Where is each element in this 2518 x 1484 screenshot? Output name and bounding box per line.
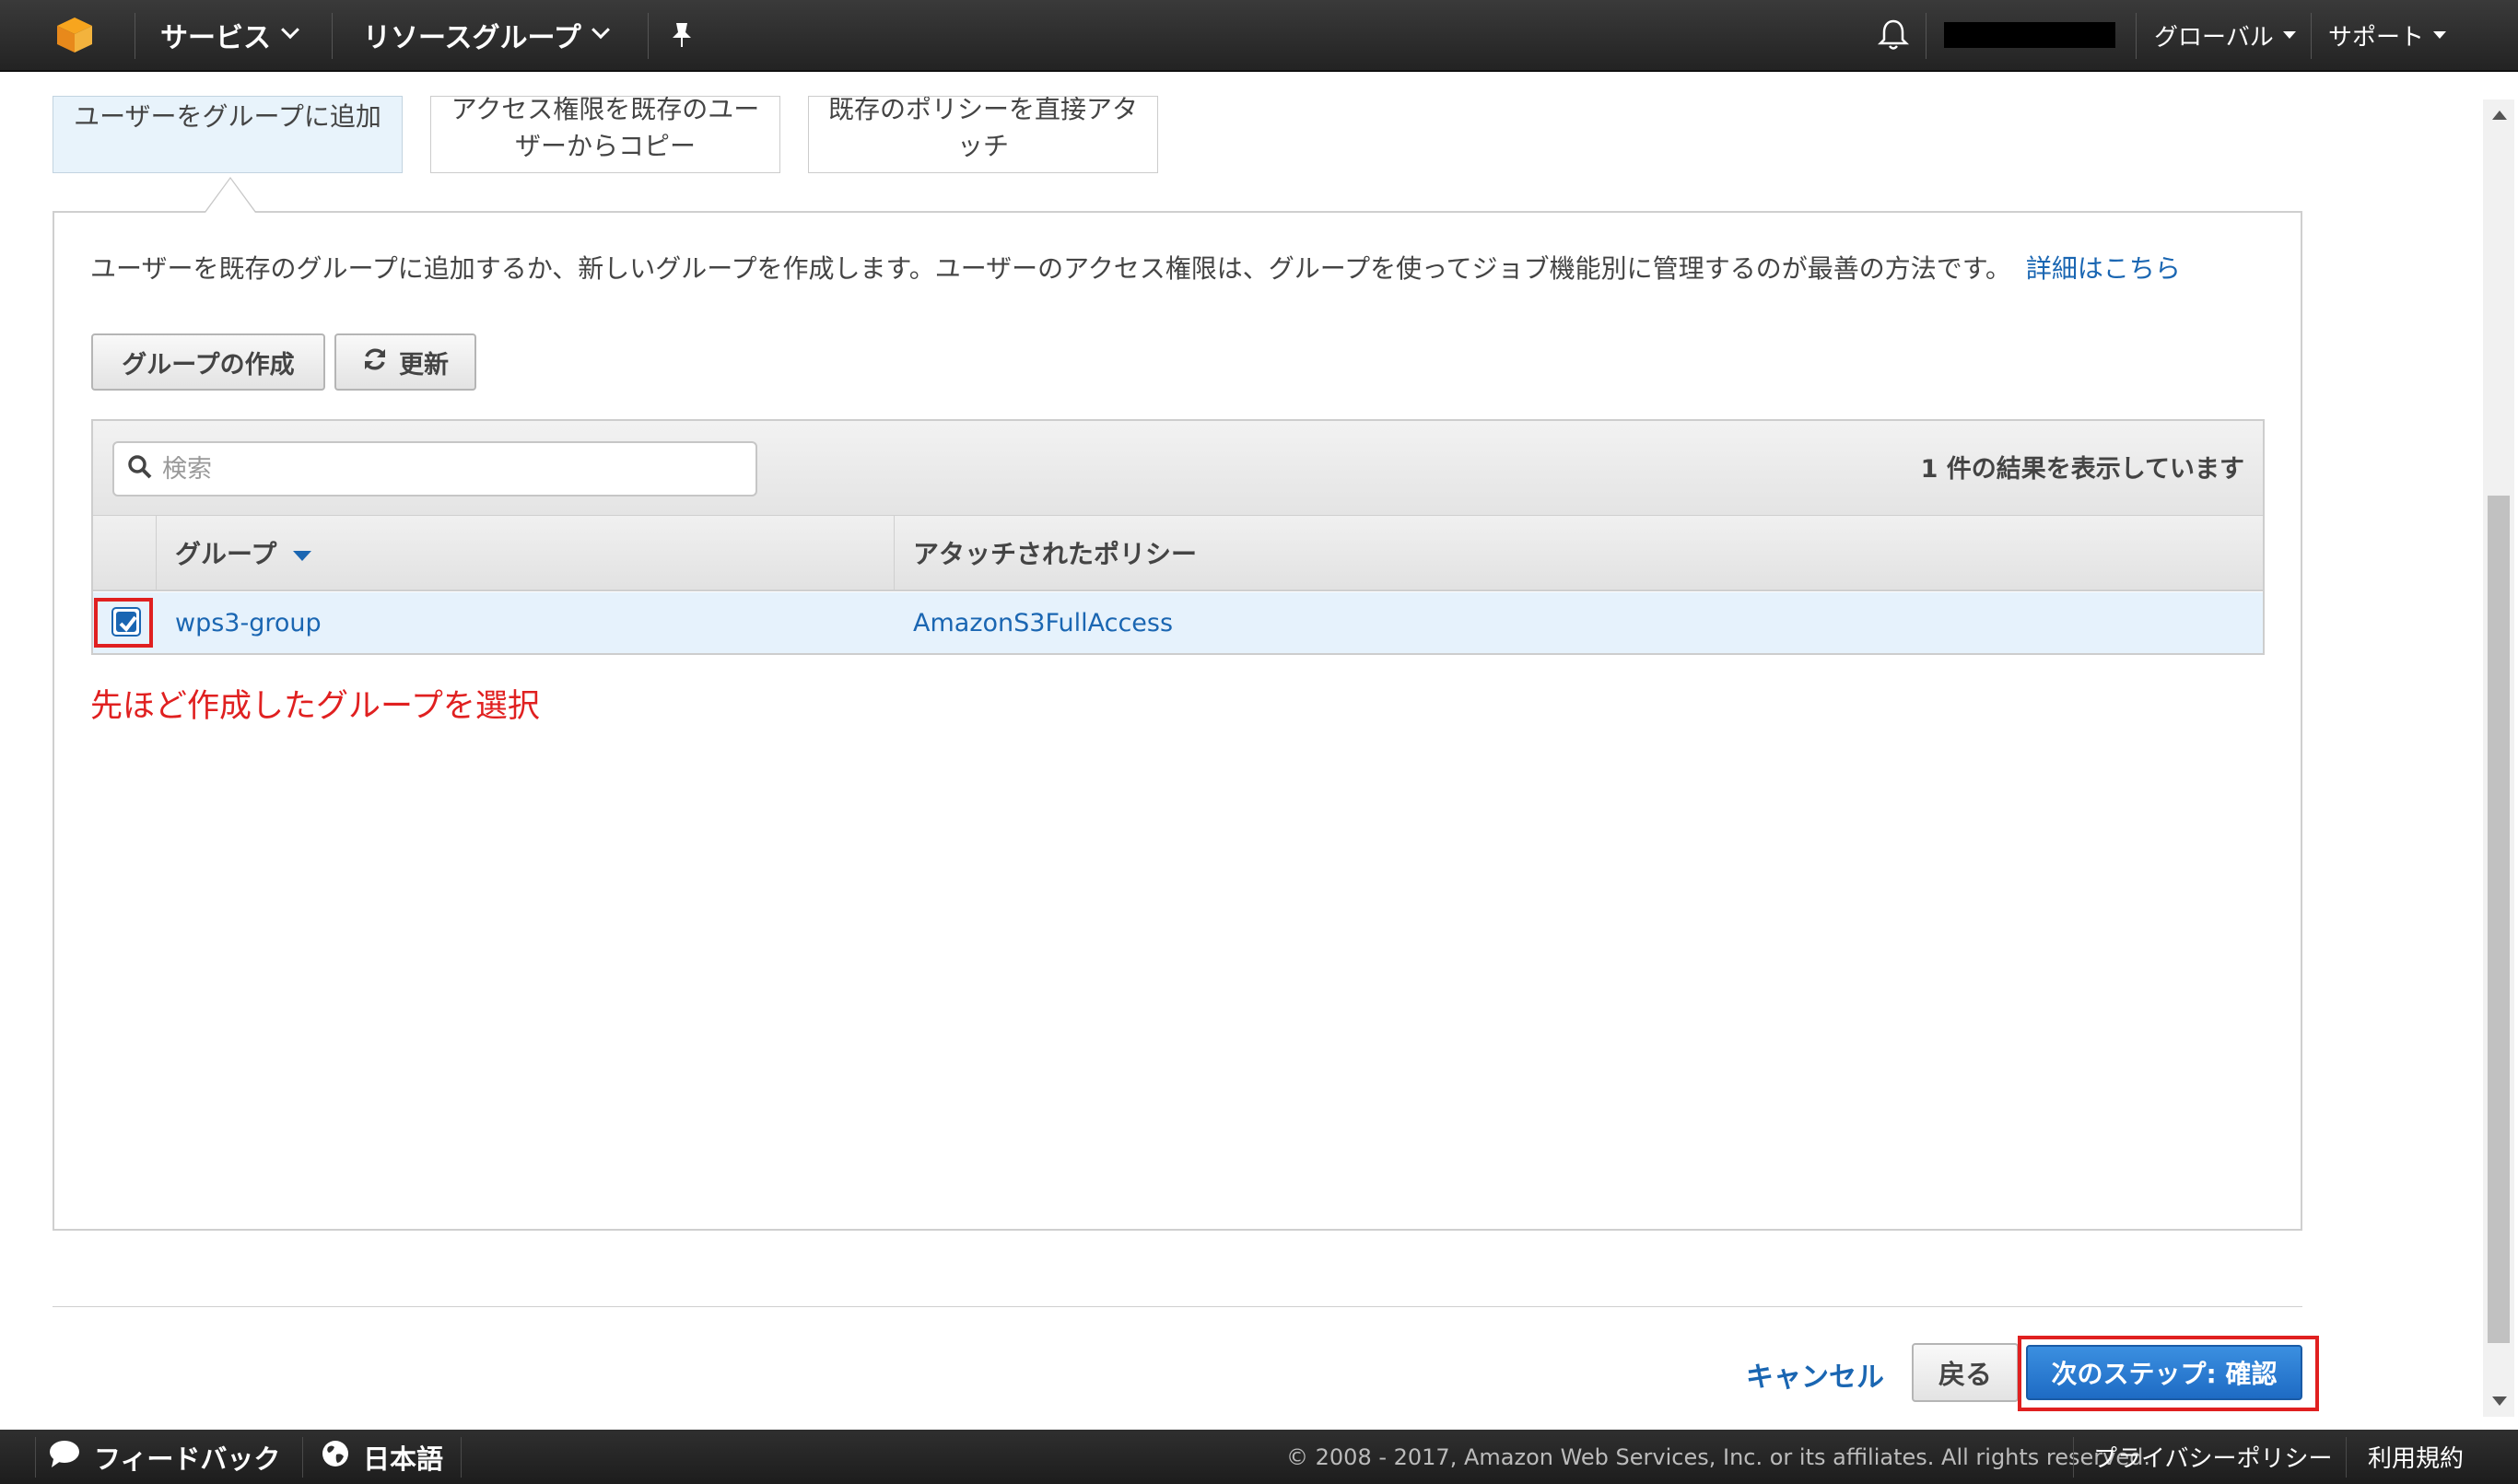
- chat-icon: [48, 1439, 81, 1475]
- footer-separator: [2346, 1437, 2347, 1478]
- feedback-button[interactable]: フィードバック: [48, 1430, 280, 1484]
- footer-separator: [2073, 1437, 2074, 1478]
- column-header-policy: アタッチされたポリシー: [895, 516, 1197, 590]
- tab-label: アクセス権限を既存のユー: [451, 96, 760, 124]
- refresh-button[interactable]: 更新: [334, 333, 476, 391]
- nav-separator: [2311, 13, 2312, 59]
- groups-table: 1 件の結果を表示しています グループ アタッチされたポリシー wps3-gro…: [91, 419, 2265, 655]
- terms-link[interactable]: 利用規約: [2368, 1430, 2464, 1484]
- scroll-thumb[interactable]: [2488, 496, 2510, 1343]
- nav-separator: [332, 13, 333, 59]
- search-input[interactable]: [162, 454, 715, 484]
- tab-pointer: [205, 177, 256, 213]
- table-row[interactable]: wps3-group AmazonS3FullAccess: [93, 592, 2263, 653]
- select-all-column: [93, 516, 157, 590]
- tab-label-line2: ザーからコピー: [514, 131, 696, 161]
- caret-down-icon: [2282, 31, 2296, 39]
- feedback-label: フィードバック: [94, 1443, 281, 1475]
- sort-down-icon[interactable]: [293, 550, 312, 561]
- nav-separator: [1926, 13, 1927, 59]
- table-header: グループ アタッチされたポリシー: [93, 516, 2263, 591]
- region-menu[interactable]: グローバル: [2154, 0, 2296, 70]
- group-name-link[interactable]: wps3-group: [175, 592, 322, 653]
- divider: [53, 1306, 2302, 1307]
- tab-copy-permissions[interactable]: アクセス権限を既存のユー ザーからコピー: [430, 96, 780, 173]
- resource-groups-menu[interactable]: リソースグループ: [363, 0, 610, 70]
- bottom-bar: フィードバック 日本語 © 2008 - 2017, Amazon Web Se…: [0, 1430, 2518, 1484]
- pin-icon[interactable]: [669, 0, 695, 70]
- create-group-button[interactable]: グループの作成: [91, 333, 325, 391]
- description: ユーザーを既存のグループに追加するか、新しいグループを作成します。ユーザーのアク…: [90, 253, 2011, 284]
- nav-separator: [2136, 13, 2137, 59]
- checkbox-checked-icon: [119, 615, 137, 633]
- resource-groups-label: リソースグループ: [363, 22, 581, 54]
- learn-more-link[interactable]: 詳細はこちら: [2026, 253, 2181, 284]
- caret-down-icon: [2433, 31, 2447, 39]
- next-button-highlight-annotation: [2018, 1336, 2319, 1411]
- scroll-up-arrow-icon[interactable]: [2492, 111, 2507, 120]
- vertical-scrollbar[interactable]: [2483, 99, 2514, 1417]
- footer-separator: [35, 1437, 36, 1478]
- language-label: 日本語: [363, 1443, 444, 1475]
- scroll-down-arrow-icon[interactable]: [2492, 1396, 2507, 1406]
- services-menu[interactable]: サービス: [160, 0, 299, 70]
- copyright-text: © 2008 - 2017, Amazon Web Services, Inc.…: [1286, 1443, 2151, 1470]
- back-button[interactable]: 戻る: [1912, 1343, 2019, 1402]
- globe-icon: [321, 1439, 350, 1475]
- services-label: サービス: [160, 22, 271, 54]
- tab-label-line2: ッチ: [956, 131, 1009, 161]
- aws-cube-icon[interactable]: [55, 0, 94, 70]
- account-menu-redacted[interactable]: [1944, 22, 2115, 48]
- privacy-policy-link[interactable]: プライバシーポリシー: [2093, 1430, 2332, 1484]
- support-menu[interactable]: サポート: [2328, 0, 2447, 70]
- refresh-label: 更新: [399, 350, 449, 380]
- chevron-down-icon: [281, 20, 299, 40]
- chevron-down-icon: [591, 20, 610, 40]
- top-navigation-bar: サービス リソースグループ グローバル サポート: [0, 0, 2518, 72]
- back-label: 戻る: [1938, 1359, 1992, 1390]
- footer-separator: [302, 1437, 303, 1478]
- refresh-icon: [362, 346, 388, 379]
- column-label: アタッチされたポリシー: [913, 539, 1198, 569]
- search-icon: [127, 454, 153, 484]
- language-selector[interactable]: 日本語: [321, 1430, 443, 1484]
- bell-icon[interactable]: [1878, 0, 1909, 70]
- region-label: グローバル: [2154, 23, 2274, 52]
- support-label: サポート: [2328, 23, 2425, 52]
- create-group-label: グループの作成: [122, 350, 295, 380]
- tab-add-user-to-group[interactable]: ユーザーをグループに追加: [53, 96, 403, 173]
- table-toolbar: 1 件の結果を表示しています: [93, 421, 2263, 516]
- footer-separator: [461, 1437, 462, 1478]
- tab-label: 既存のポリシーを直接アタ: [827, 96, 1138, 124]
- search-box[interactable]: [112, 441, 757, 497]
- policy-link[interactable]: AmazonS3FullAccess: [913, 592, 1173, 653]
- annotation-text: 先ほど作成したグループを選択: [90, 688, 540, 725]
- cancel-link[interactable]: キャンセル: [1746, 1354, 1884, 1395]
- description-text: ユーザーを既存のグループに追加するか、新しいグループを作成します。ユーザーのアク…: [90, 249, 2181, 286]
- column-header-group[interactable]: グループ: [157, 516, 895, 590]
- tab-label: ユーザーをグループに追加: [74, 101, 381, 132]
- result-count: 1 件の結果を表示しています: [1920, 455, 2244, 484]
- tab-attach-policies[interactable]: 既存のポリシーを直接アタ ッチ: [808, 96, 1158, 173]
- nav-separator: [648, 13, 649, 59]
- column-label: グループ: [175, 539, 277, 569]
